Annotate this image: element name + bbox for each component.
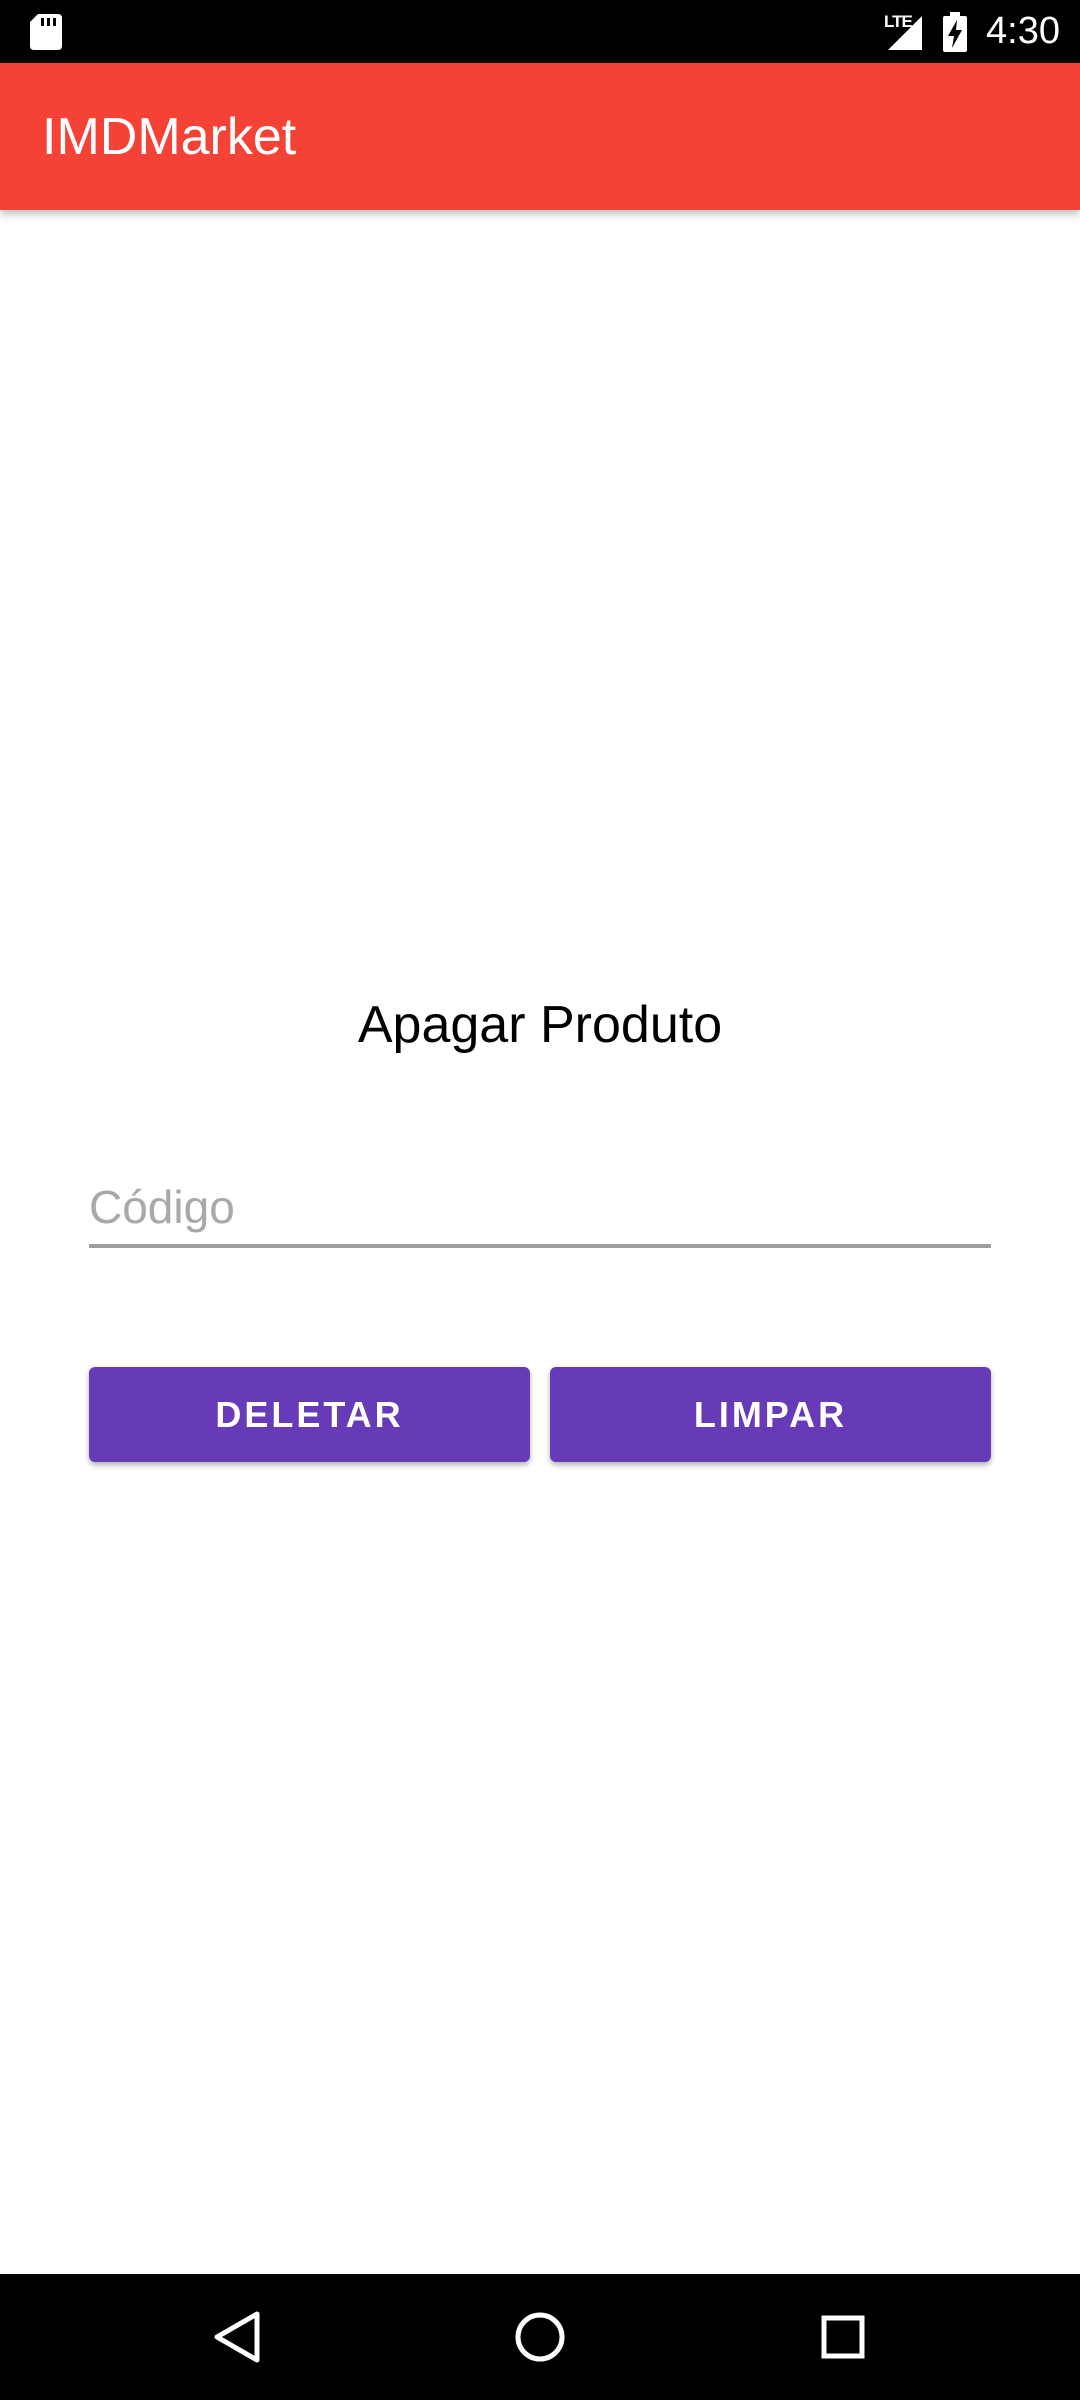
code-input[interactable] bbox=[89, 1170, 991, 1248]
page-title: Apagar Produto bbox=[357, 996, 723, 1054]
status-time: 4:30 bbox=[986, 10, 1060, 52]
back-icon[interactable] bbox=[201, 2302, 271, 2372]
battery-charging-icon bbox=[943, 11, 968, 52]
app-title: IMDMarket bbox=[42, 108, 297, 166]
navigation-bar bbox=[0, 2274, 1080, 2400]
status-bar: LTE 4:30 bbox=[0, 0, 1080, 63]
delete-button[interactable]: DELETAR bbox=[89, 1367, 530, 1462]
signal-icon: LTE bbox=[884, 12, 930, 52]
sd-card-icon bbox=[30, 14, 62, 50]
app-bar: IMDMarket bbox=[0, 63, 1080, 210]
recents-icon[interactable] bbox=[808, 2302, 878, 2372]
home-icon[interactable] bbox=[505, 2302, 575, 2372]
clear-button[interactable]: LIMPAR bbox=[550, 1367, 991, 1462]
